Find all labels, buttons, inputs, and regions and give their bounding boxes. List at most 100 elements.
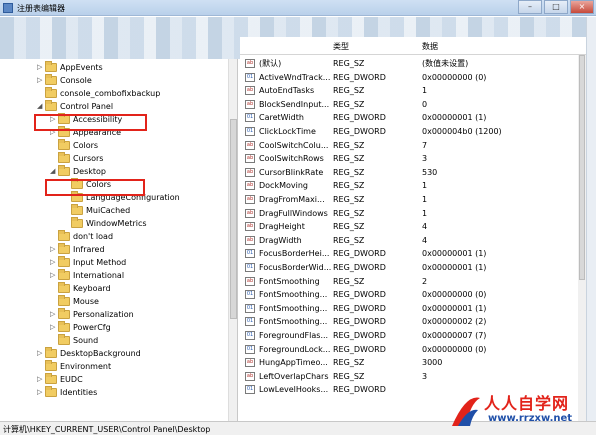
values-scrollbar-thumb[interactable] <box>579 55 585 280</box>
value-row[interactable]: 01 FontSmoothing... REG_DWORD 0x00000000 (0… <box>240 288 578 302</box>
string-value-icon: ab <box>245 358 255 368</box>
expand-right-arrow-icon[interactable]: ▷ <box>37 61 45 74</box>
expand-right-arrow-icon[interactable]: ▷ <box>50 321 58 334</box>
value-row[interactable]: ab BlockSendInput... REG_SZ 0 <box>240 98 578 112</box>
value-type: REG_DWORD <box>333 317 386 327</box>
tree-item[interactable]: ▷ Identities <box>37 386 97 399</box>
tree-item[interactable]: Keyboard <box>50 282 111 295</box>
folder-icon <box>45 347 57 358</box>
tree-item[interactable]: ▷ Infrared <box>50 243 105 256</box>
tree-item-label: MuiCached <box>86 206 131 215</box>
header-type[interactable]: 类型 <box>333 41 349 52</box>
folder-icon <box>45 373 57 384</box>
value-row[interactable]: 01 ActiveWndTrack... REG_DWORD 0x00000000 (… <box>240 71 578 85</box>
value-name: (默认) <box>259 59 282 68</box>
value-row[interactable]: 01 ForegroundFlas... REG_DWORD 0x00000007 (… <box>240 329 578 343</box>
folder-icon <box>58 152 70 163</box>
string-value-icon: ab <box>245 208 255 218</box>
registry-tree[interactable]: ▷ AppEvents ▷ Console console_combofixbackup… <box>0 59 238 421</box>
tree-item[interactable]: ▷ Personalization <box>50 308 134 321</box>
header-data[interactable]: 数据 <box>422 41 438 52</box>
value-data: 0x00000000 (0) <box>422 290 487 300</box>
string-value-icon: ab <box>245 59 255 68</box>
tree-item[interactable]: ◢ Control Panel <box>37 100 113 113</box>
value-row[interactable]: 01 FocusBorderWid... REG_DWORD 0x00000001 (… <box>240 261 578 275</box>
value-row[interactable]: ab CoolSwitchColu... REG_SZ 7 <box>240 139 578 153</box>
value-row[interactable]: ab DragFromMaxi... REG_SZ 1 <box>240 193 578 207</box>
tree-item[interactable]: ▷ Console <box>37 74 92 87</box>
value-type: REG_DWORD <box>333 249 386 259</box>
values-scrollbar[interactable] <box>578 55 586 421</box>
value-name: CaretWidth <box>259 113 304 123</box>
expand-right-arrow-icon[interactable]: ▷ <box>37 373 45 386</box>
title-bar: 注册表编辑器 – □ × <box>0 0 596 16</box>
value-name: FontSmoothing... <box>259 317 328 327</box>
tree-item[interactable]: Cursors <box>50 152 103 165</box>
expand-right-arrow-icon[interactable]: ▷ <box>50 269 58 282</box>
tree-item-label: International <box>73 271 125 280</box>
tree-item[interactable]: Mouse <box>50 295 99 308</box>
value-row[interactable]: 01 CaretWidth REG_DWORD 0x00000001 (1) <box>240 111 578 125</box>
tree-item[interactable]: console_combofixbackup <box>37 87 160 100</box>
tree-item[interactable]: Environment <box>37 360 111 373</box>
expand-right-arrow-icon[interactable]: ▷ <box>50 243 58 256</box>
value-row[interactable]: ab DragFullWindows REG_SZ 1 <box>240 207 578 221</box>
string-value-icon: ab <box>245 276 255 286</box>
value-row[interactable]: ab DockMoving REG_SZ 1 <box>240 179 578 193</box>
tree-item[interactable]: ▷ Input Method <box>50 256 126 269</box>
tree-item[interactable]: ◢ Desktop <box>50 165 106 178</box>
tree-item[interactable]: MuiCached <box>63 204 130 217</box>
value-data: 4 <box>422 235 428 245</box>
tree-item[interactable]: Sound <box>50 334 98 347</box>
value-row[interactable]: ab DragHeight REG_SZ 4 <box>240 220 578 234</box>
tree-item[interactable]: ▷ DesktopBackground <box>37 347 141 360</box>
expand-right-arrow-icon[interactable]: ▷ <box>37 74 45 87</box>
value-name: CursorBlinkRate <box>259 167 324 177</box>
tree-scrollbar[interactable] <box>228 59 237 421</box>
value-type: REG_SZ <box>333 276 365 286</box>
value-row[interactable]: ab FontSmoothing REG_SZ 2 <box>240 275 578 289</box>
tree-item[interactable]: ▷ AppEvents <box>37 61 103 74</box>
value-type: REG_DWORD <box>333 290 386 300</box>
value-row[interactable]: 01 FontSmoothing... REG_DWORD 0x00000002 (2… <box>240 315 578 329</box>
value-row[interactable]: 01 ClickLockTime REG_DWORD 0x000004b0 (1200… <box>240 125 578 139</box>
value-type: REG_SZ <box>333 86 365 96</box>
minimize-button[interactable]: – <box>518 0 542 14</box>
value-row[interactable]: ab (默认) REG_SZ (数值未设置) <box>240 57 578 71</box>
tree-item[interactable]: ▷ PowerCfg <box>50 321 111 334</box>
expand-right-arrow-icon[interactable]: ▷ <box>37 347 45 360</box>
tree-item[interactable]: ▷ International <box>50 269 124 282</box>
value-row[interactable]: ab DragWidth REG_SZ 4 <box>240 234 578 248</box>
binary-value-icon: 01 <box>245 127 255 136</box>
expand-down-arrow-icon[interactable]: ◢ <box>50 165 58 178</box>
value-type: REG_DWORD <box>333 303 386 313</box>
value-type: REG_SZ <box>333 235 365 245</box>
value-row[interactable]: ab CoolSwitchRows REG_SZ 3 <box>240 152 578 166</box>
value-row[interactable]: ab HungAppTimeo... REG_SZ 3000 <box>240 356 578 370</box>
close-button[interactable]: × <box>570 0 594 14</box>
value-name: LowLevelHooks... <box>259 385 329 395</box>
value-row[interactable]: 01 FocusBorderHei... REG_DWORD 0x00000001 (… <box>240 247 578 261</box>
expand-right-arrow-icon[interactable]: ▷ <box>50 256 58 269</box>
value-row[interactable]: ab LeftOverlapChars REG_SZ 3 <box>240 370 578 384</box>
tree-item-label: Sound <box>73 336 99 345</box>
tree-item[interactable]: ▷ EUDC <box>37 373 83 386</box>
value-name: BlockSendInput... <box>259 99 330 109</box>
binary-value-icon: 01 <box>245 290 255 300</box>
tree-item[interactable]: WindowMetrics <box>63 217 147 230</box>
value-type: REG_SZ <box>333 195 365 204</box>
value-row[interactable]: ab AutoEndTasks REG_SZ 1 <box>240 84 578 98</box>
tree-item[interactable]: Colors <box>50 139 98 152</box>
value-row[interactable]: ab CursorBlinkRate REG_SZ 530 <box>240 166 578 180</box>
expand-right-arrow-icon[interactable]: ▷ <box>37 386 45 399</box>
value-name: DragHeight <box>259 222 305 232</box>
tree-scrollbar-thumb[interactable] <box>230 119 237 319</box>
string-value-icon: ab <box>245 181 255 191</box>
value-row[interactable]: 01 ForegroundLock... REG_DWORD 0x00000000 (… <box>240 343 578 357</box>
value-row[interactable]: 01 FontSmoothing... REG_DWORD 0x00000001 (1… <box>240 302 578 316</box>
expand-right-arrow-icon[interactable]: ▷ <box>50 308 58 321</box>
tree-item[interactable]: don't load <box>50 230 113 243</box>
maximize-button[interactable]: □ <box>544 0 568 14</box>
expand-down-arrow-icon[interactable]: ◢ <box>37 100 45 113</box>
value-type: REG_SZ <box>333 99 365 109</box>
